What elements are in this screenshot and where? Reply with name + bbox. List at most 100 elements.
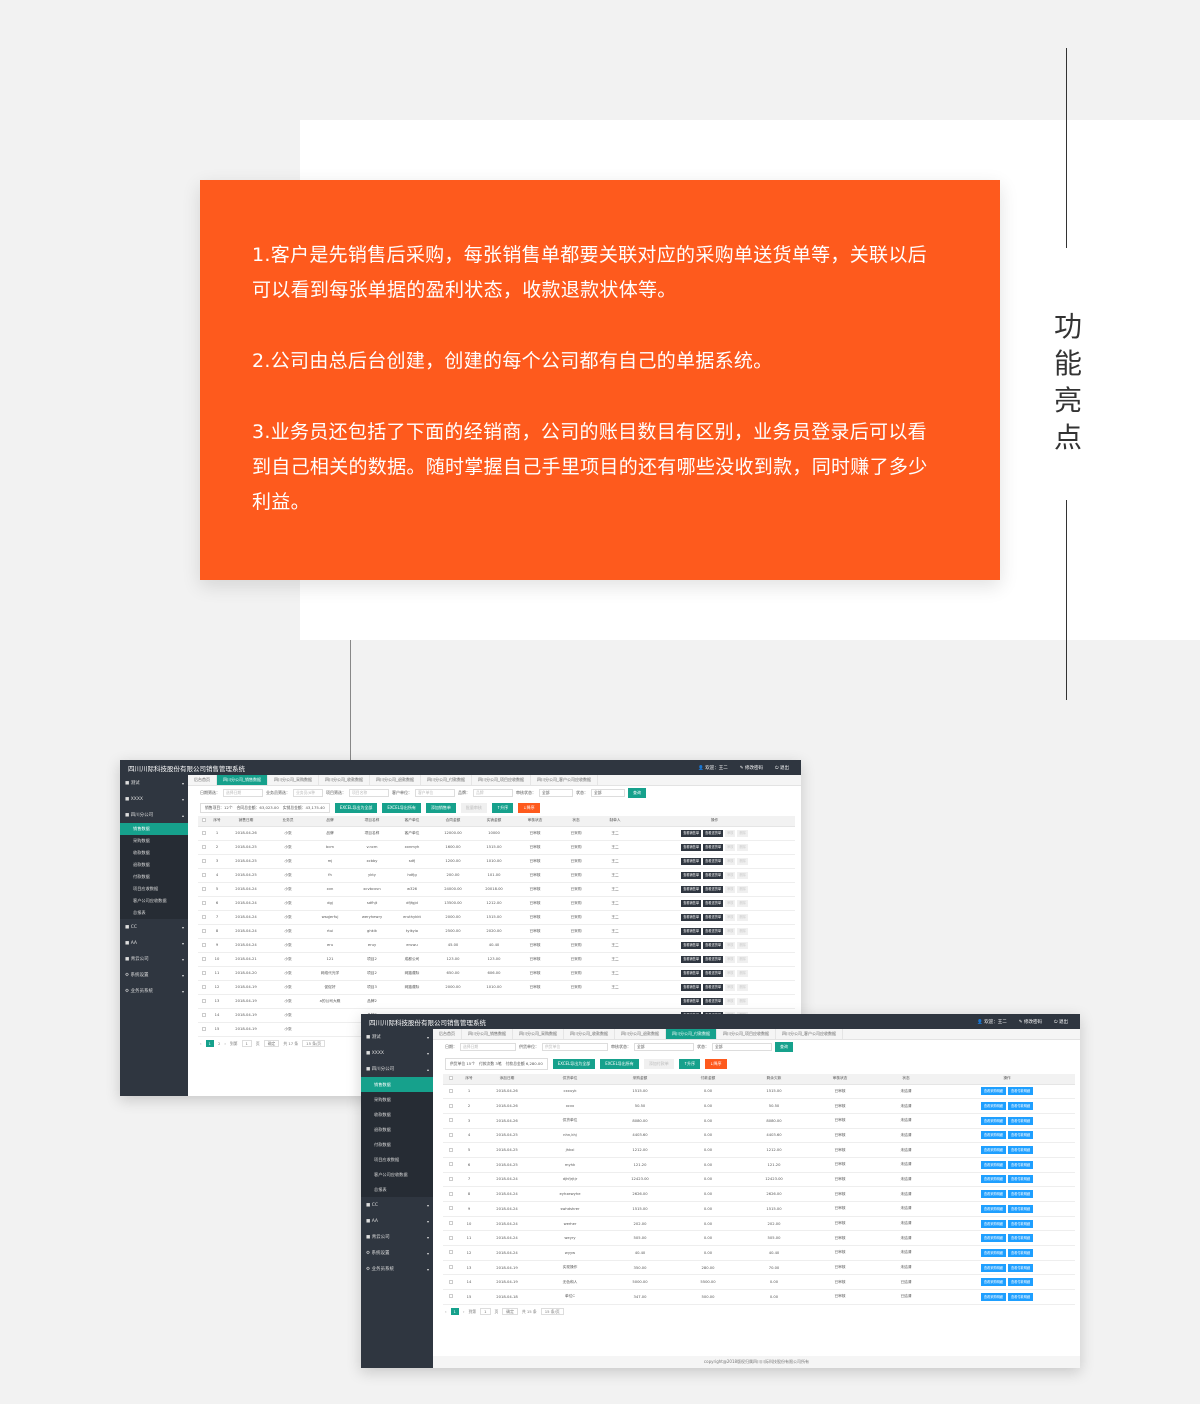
- row-checkbox[interactable]: [449, 1250, 453, 1255]
- goto-button[interactable]: 确定: [263, 1040, 280, 1047]
- view-purchase-detail-button[interactable]: 查看采购明细: [980, 1263, 1006, 1272]
- row-checkbox[interactable]: [449, 1221, 453, 1226]
- view-delivery-button[interactable]: 查看送货单: [703, 843, 724, 851]
- date-input[interactable]: 选择日期: [460, 1043, 516, 1051]
- view-delivery-button[interactable]: 查看送货单: [703, 983, 724, 991]
- logout-link[interactable]: ⏻ 退出: [1054, 1019, 1068, 1025]
- row-checkbox[interactable]: [449, 1147, 453, 1152]
- goto-input[interactable]: 1: [480, 1308, 491, 1316]
- row-checkbox[interactable]: [449, 1118, 453, 1123]
- select-all-checkbox[interactable]: [449, 1076, 453, 1081]
- audit-button[interactable]: 审核: [725, 843, 736, 851]
- view-purchase-detail-button[interactable]: 查看采购明细: [980, 1146, 1006, 1155]
- audit-button[interactable]: 审核: [725, 871, 736, 879]
- menu-cc[interactable]: ■ CC ▾: [361, 1197, 433, 1213]
- menu-xxxx[interactable]: ■ XXXX ▾: [120, 791, 188, 807]
- tab-refund[interactable]: 四川分公司_退款数据: [615, 1029, 666, 1039]
- row-checkbox[interactable]: [202, 970, 206, 975]
- delete-button[interactable]: 删除: [737, 843, 748, 851]
- export-all-button[interactable]: EXCEL导出为全部: [552, 1059, 596, 1069]
- audit-select[interactable]: 全部: [539, 789, 573, 797]
- view-payment-detail-button[interactable]: 查看付款明细: [1008, 1204, 1034, 1213]
- tab-receipt[interactable]: 四川分公司_收款数据: [564, 1029, 615, 1039]
- sort-desc-button[interactable]: ↓降序: [518, 803, 540, 813]
- change-password-link[interactable]: ✎ 修改密码: [1019, 1019, 1042, 1025]
- menu-aa[interactable]: ■ AA ▾: [120, 935, 188, 951]
- prev-page-icon[interactable]: ‹: [445, 1309, 447, 1314]
- row-checkbox[interactable]: [202, 928, 206, 933]
- view-payment-detail-button[interactable]: 查看付款明细: [1008, 1263, 1034, 1272]
- submenu-sales[interactable]: 销售数据: [120, 823, 188, 835]
- prev-page-icon[interactable]: ‹: [200, 1041, 202, 1046]
- view-purchase-detail-button[interactable]: 查看采购明细: [980, 1116, 1006, 1125]
- state-select[interactable]: 全部: [712, 1043, 772, 1051]
- menu-test[interactable]: ■ 测试 ▾: [120, 775, 188, 791]
- row-checkbox[interactable]: [449, 1162, 453, 1167]
- submenu-report[interactable]: 总报表: [120, 907, 188, 919]
- delete-button[interactable]: 删除: [737, 913, 748, 921]
- submenu-customer-receivable[interactable]: 客户公司应收数据: [120, 895, 188, 907]
- menu-qingyun[interactable]: ■ 青云公司 ▾: [361, 1229, 433, 1245]
- view-purchase-detail-button[interactable]: 查看采购明细: [980, 1190, 1006, 1199]
- view-sale-button[interactable]: 查看销售单: [681, 955, 702, 963]
- view-delivery-button[interactable]: 查看送货单: [703, 829, 724, 837]
- view-delivery-button[interactable]: 查看送货单: [703, 913, 724, 921]
- submenu-project-receivable[interactable]: 项目应收数据: [120, 883, 188, 895]
- row-checkbox[interactable]: [202, 900, 206, 905]
- submenu-sales[interactable]: 销售数据: [361, 1077, 433, 1092]
- goto-button[interactable]: 确定: [502, 1308, 518, 1316]
- state-select[interactable]: 全部: [591, 789, 625, 797]
- audit-button[interactable]: 审核: [725, 997, 736, 1005]
- view-delivery-button[interactable]: 查看送货单: [703, 899, 724, 907]
- sort-asc-button[interactable]: ↑升序: [491, 803, 514, 813]
- tab-receipt[interactable]: 四川分公司_收款数据: [319, 775, 370, 785]
- view-purchase-detail-button[interactable]: 查看采购明细: [980, 1234, 1006, 1243]
- add-sale-button[interactable]: 添加销售单: [425, 803, 456, 813]
- page-size-select[interactable]: 15 条/页: [302, 1040, 326, 1047]
- view-payment-detail-button[interactable]: 查看付款明细: [1008, 1248, 1034, 1257]
- view-sale-button[interactable]: 查看销售单: [681, 857, 702, 865]
- view-delivery-button[interactable]: 查看送货单: [703, 969, 724, 977]
- view-sale-button[interactable]: 查看销售单: [681, 885, 702, 893]
- audit-button[interactable]: 审核: [725, 941, 736, 949]
- page-size-select[interactable]: 15 条/页: [540, 1308, 564, 1316]
- view-payment-detail-button[interactable]: 查看付款明细: [1008, 1146, 1034, 1155]
- view-payment-detail-button[interactable]: 查看付款明细: [1008, 1131, 1034, 1140]
- view-purchase-detail-button[interactable]: 查看采购明细: [980, 1160, 1006, 1169]
- view-sale-button[interactable]: 查看销售单: [681, 829, 702, 837]
- menu-xxxx[interactable]: ■ XXXX ▾: [361, 1045, 433, 1061]
- query-button[interactable]: 查询: [628, 788, 646, 798]
- menu-aa[interactable]: ■ AA ▾: [361, 1213, 433, 1229]
- brand-input[interactable]: 品牌: [473, 789, 513, 797]
- view-purchase-detail-button[interactable]: 查看采购明细: [980, 1292, 1006, 1301]
- page-2[interactable]: 2: [218, 1041, 220, 1046]
- row-checkbox[interactable]: [449, 1294, 453, 1299]
- view-purchase-detail-button[interactable]: 查看采购明细: [980, 1248, 1006, 1257]
- row-checkbox[interactable]: [202, 858, 206, 863]
- menu-sichuan[interactable]: ■ 四川分公司 ▴: [361, 1061, 433, 1077]
- supplier-input[interactable]: 供货单位: [542, 1043, 608, 1051]
- row-checkbox[interactable]: [449, 1103, 453, 1108]
- delete-button[interactable]: 删除: [737, 969, 748, 977]
- tab-home[interactable]: 后台首页: [433, 1029, 462, 1039]
- tab-refund[interactable]: 四川分公司_退款数据: [370, 775, 421, 785]
- submenu-refund[interactable]: 退款数据: [120, 859, 188, 871]
- tab-sales[interactable]: 四川分公司_销售数据: [462, 1029, 513, 1039]
- view-payment-detail-button[interactable]: 查看付款明细: [1008, 1160, 1034, 1169]
- row-checkbox[interactable]: [202, 914, 206, 919]
- logout-link[interactable]: ⏻ 退出: [775, 765, 789, 771]
- batch-audit-button[interactable]: 批量审核: [460, 803, 487, 813]
- submenu-receipt[interactable]: 收款数据: [120, 847, 188, 859]
- menu-cc[interactable]: ■ CC ▾: [120, 919, 188, 935]
- view-sale-button[interactable]: 查看销售单: [681, 941, 702, 949]
- row-checkbox[interactable]: [202, 942, 206, 947]
- submenu-purchase[interactable]: 采购数据: [120, 835, 188, 847]
- staff-input[interactable]: 业务员(6种: [293, 789, 323, 797]
- view-delivery-button[interactable]: 查看送货单: [703, 857, 724, 865]
- tab-purchase[interactable]: 四川分公司_采购数据: [513, 1029, 564, 1039]
- view-payment-detail-button[interactable]: 查看付款明细: [1008, 1190, 1034, 1199]
- submenu-receipt[interactable]: 收款数据: [361, 1107, 433, 1122]
- row-checkbox[interactable]: [202, 984, 206, 989]
- tab-payment[interactable]: 四川分公司_付款数据: [666, 1029, 717, 1039]
- view-purchase-detail-button[interactable]: 查看采购明细: [980, 1278, 1006, 1287]
